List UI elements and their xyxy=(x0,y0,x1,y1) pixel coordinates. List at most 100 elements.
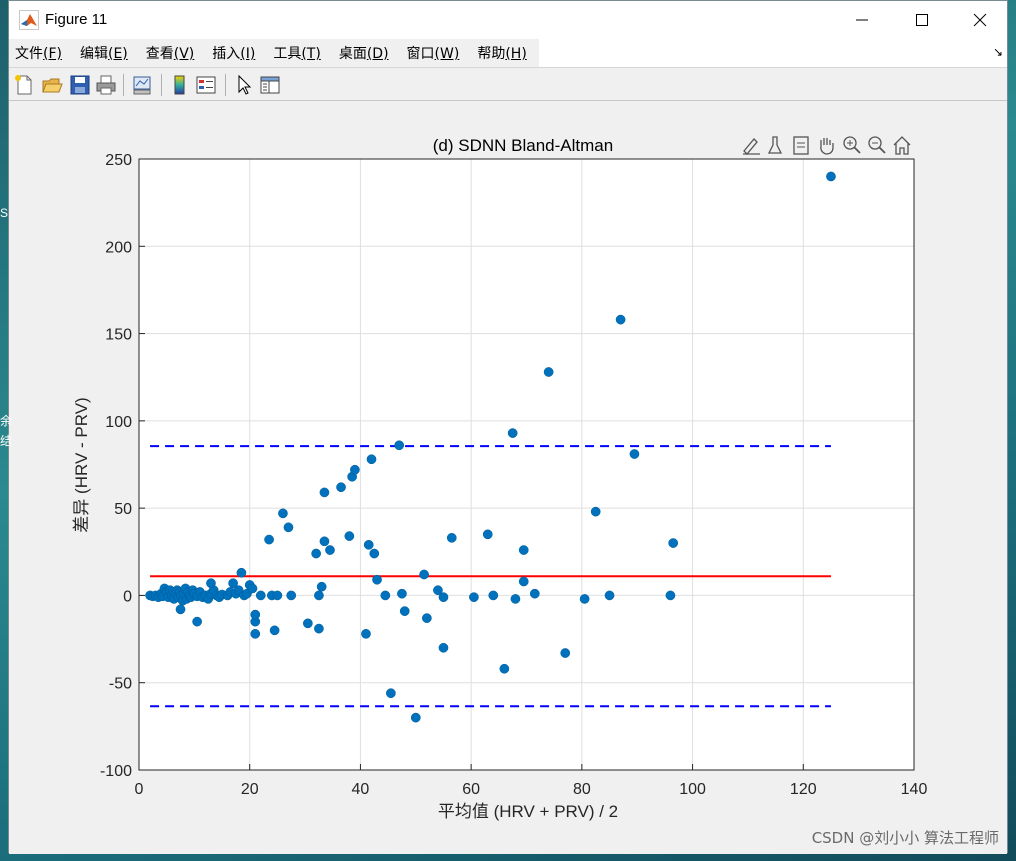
x-tick-label: 20 xyxy=(241,781,259,798)
menu-item-view[interactable]: 查看(V) xyxy=(146,43,195,63)
desktop-fragment: S xyxy=(0,206,9,220)
data-point xyxy=(488,590,499,601)
data-point xyxy=(438,642,449,653)
y-tick-label: 250 xyxy=(105,152,132,169)
minimize-icon xyxy=(856,19,868,21)
window-title: Figure 11 xyxy=(45,11,108,28)
data-point xyxy=(369,548,380,559)
data-point xyxy=(507,428,518,438)
data-point xyxy=(311,548,321,559)
property-inspector-icon[interactable] xyxy=(259,74,281,96)
x-tick-label: 120 xyxy=(790,781,817,798)
zoom-out-icon[interactable] xyxy=(868,136,886,154)
data-point xyxy=(604,590,615,601)
print-icon[interactable] xyxy=(95,74,117,96)
toolbar-separator xyxy=(123,74,124,96)
data-point xyxy=(668,538,679,548)
menu-item-desktop[interactable]: 桌面(D) xyxy=(339,43,389,63)
data-point xyxy=(380,590,391,601)
title-bar[interactable]: Figure 11 xyxy=(9,1,1007,39)
data-point xyxy=(361,628,371,639)
data-point xyxy=(283,522,294,533)
data-point xyxy=(250,628,261,639)
data-point xyxy=(665,590,676,601)
data-point xyxy=(399,606,410,616)
toolbar-separator xyxy=(225,74,226,96)
menu-item-tools[interactable]: 工具(T) xyxy=(273,43,320,63)
y-tick-label: 200 xyxy=(105,239,132,256)
data-point xyxy=(826,171,836,182)
save-icon[interactable] xyxy=(69,74,91,96)
data-point xyxy=(560,648,571,658)
data-point xyxy=(366,454,377,465)
data-point xyxy=(319,536,330,547)
figure-window: Figure 11 文件(F) 编辑(E) 查看(V) 插入(I) 工具(T) … xyxy=(8,0,1008,854)
select-arrow-icon[interactable] xyxy=(233,74,255,96)
data-point xyxy=(314,623,324,634)
menu-item-file[interactable]: 文件(F) xyxy=(15,43,62,63)
home-icon[interactable] xyxy=(893,136,911,155)
data-point xyxy=(255,590,266,601)
data-point xyxy=(247,583,258,594)
desktop-fragment: 结 xyxy=(0,434,13,448)
data-point xyxy=(446,532,457,543)
y-axis-label: 差异 (HRV - PRV) xyxy=(72,397,91,532)
desktop-fragment: 余 xyxy=(0,414,13,428)
y-tick-label: 0 xyxy=(123,588,132,605)
legend-icon[interactable] xyxy=(195,74,217,96)
data-point xyxy=(499,663,510,674)
close-button[interactable] xyxy=(957,5,1003,35)
data-point xyxy=(316,581,327,592)
data-point xyxy=(590,506,601,517)
watermark: CSDN @刘小小 算法工程师 xyxy=(811,829,999,847)
data-point xyxy=(236,567,247,578)
data-point xyxy=(422,613,432,623)
x-tick-label: 100 xyxy=(679,781,706,798)
data-point xyxy=(192,616,202,627)
data-tips-icon[interactable] xyxy=(793,136,809,155)
x-axis-label: 平均值 (HRV + PRV) / 2 xyxy=(438,802,618,821)
menubar-spacer: ↘ xyxy=(539,39,1007,67)
data-point xyxy=(344,531,355,541)
link-plot-icon[interactable] xyxy=(131,74,153,96)
y-tick-label: -50 xyxy=(109,676,132,693)
data-point xyxy=(438,592,449,603)
data-point xyxy=(286,590,297,601)
data-point xyxy=(319,487,330,498)
menu-item-insert[interactable]: 插入(I) xyxy=(212,43,255,63)
data-point xyxy=(363,539,374,550)
menu-item-window[interactable]: 窗口(W) xyxy=(407,43,460,63)
data-point xyxy=(206,578,216,589)
y-tick-label: -100 xyxy=(100,763,132,780)
data-brush-icon[interactable] xyxy=(767,136,783,154)
x-tick-label: 0 xyxy=(135,781,144,798)
x-tick-label: 60 xyxy=(462,781,480,798)
maximize-icon xyxy=(916,14,928,26)
data-point xyxy=(350,464,360,475)
menu-item-help[interactable]: 帮助(H) xyxy=(477,43,526,63)
data-point xyxy=(529,588,540,599)
matlab-logo-icon xyxy=(19,10,39,30)
data-point xyxy=(250,609,261,620)
menu-bar: 文件(F) 编辑(E) 查看(V) 插入(I) 工具(T) 桌面(D) 窗口(W… xyxy=(9,39,539,67)
open-file-icon[interactable] xyxy=(41,74,63,96)
data-point xyxy=(278,508,288,519)
plot-area xyxy=(139,159,914,770)
pan-hand-icon[interactable] xyxy=(820,138,834,155)
chart-title: (d) SDNN Bland-Altman xyxy=(433,136,613,155)
new-figure-icon[interactable] xyxy=(13,74,35,96)
data-point xyxy=(469,592,479,603)
colorbar-icon[interactable] xyxy=(169,74,191,96)
data-point xyxy=(269,625,280,636)
data-point xyxy=(314,590,324,601)
y-tick-label: 150 xyxy=(105,327,132,344)
data-point xyxy=(579,594,590,604)
minimize-button[interactable] xyxy=(839,5,885,35)
edit-brush-icon[interactable] xyxy=(743,138,760,155)
menu-item-edit[interactable]: 编辑(E) xyxy=(80,43,128,63)
data-point xyxy=(336,482,346,493)
x-tick-label: 140 xyxy=(901,781,928,798)
dock-figure-icon[interactable]: ↘ xyxy=(993,45,1003,59)
zoom-in-icon[interactable] xyxy=(843,136,861,154)
maximize-button[interactable] xyxy=(899,5,945,35)
